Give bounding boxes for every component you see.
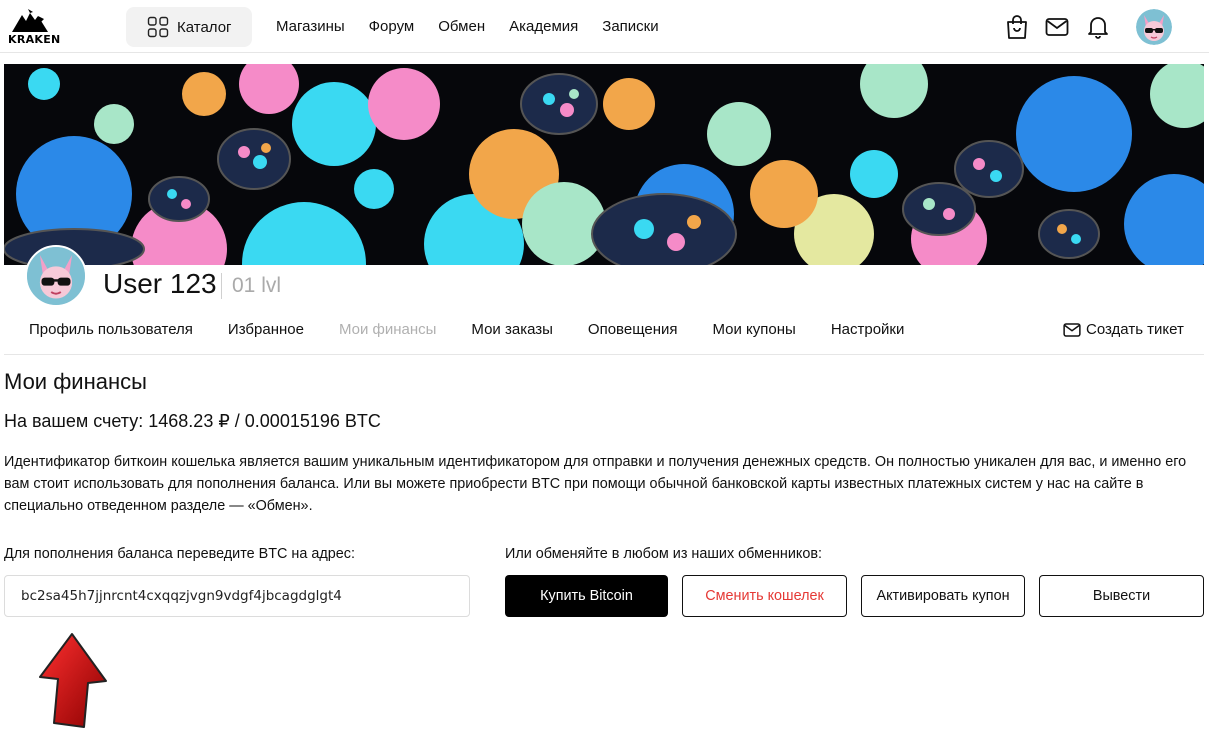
tab-my-finances[interactable]: Мои финансы (339, 321, 436, 338)
profile-level: 01 lvl (232, 274, 282, 297)
avatar-image (1136, 9, 1172, 45)
tab-my-coupons[interactable]: Мои купоны (713, 321, 796, 338)
catalog-button[interactable]: Каталог (126, 7, 252, 47)
grid-icon (147, 16, 169, 38)
user-avatar[interactable] (1136, 9, 1172, 45)
address-label: Для пополнения баланса переведите BTC на… (4, 546, 355, 562)
create-ticket-label: Создать тикет (1086, 321, 1184, 338)
wallet-description: Идентификатор биткоин кошелька является … (4, 454, 1187, 514)
nav-item-forum[interactable]: Форум (369, 18, 415, 35)
profile-banner (4, 64, 1204, 265)
change-wallet-button[interactable]: Сменить кошелек (682, 575, 847, 617)
mail-icon[interactable] (1045, 14, 1069, 40)
catalog-label: Каталог (177, 18, 232, 36)
banner-image (4, 64, 1204, 265)
exchange-label: Или обменяйте в любом из наших обменнико… (505, 546, 823, 562)
buy-bitcoin-button[interactable]: Купить Bitcoin (505, 575, 668, 617)
bell-icon[interactable] (1086, 14, 1110, 40)
nav-item-notes[interactable]: Записки (602, 18, 658, 35)
activate-coupon-button[interactable]: Активировать купон (861, 575, 1025, 617)
nav-item-academy[interactable]: Академия (509, 18, 578, 35)
arrow-up-icon (39, 633, 107, 728)
level-separator (221, 273, 222, 299)
tab-settings[interactable]: Настройки (831, 321, 905, 338)
balance-line: На вашем счету: 1468.23 ₽ / 0.00015196 B… (4, 411, 381, 432)
balance-label: На вашем счету: (4, 411, 144, 431)
logo-text: KRAKEN (8, 33, 61, 46)
nav-item-shops[interactable]: Магазины (276, 18, 345, 35)
kraken-logo-icon (12, 9, 48, 32)
tab-notifications[interactable]: Оповещения (588, 321, 678, 338)
mail-icon (1063, 322, 1081, 337)
balance-value: 1468.23 ₽ / 0.00015196 BTC (148, 411, 381, 431)
tab-favorites[interactable]: Избранное (228, 321, 304, 338)
withdraw-button[interactable]: Вывести (1039, 575, 1204, 617)
profile-username: User 123 (103, 268, 217, 299)
tab-profile[interactable]: Профиль пользователя (29, 321, 193, 338)
nav-item-exchange[interactable]: Обмен (438, 18, 485, 35)
profile-avatar[interactable] (25, 245, 87, 307)
profile-tabs: Профиль пользователя Избранное Мои финан… (29, 321, 939, 338)
shopping-bag-icon[interactable] (1005, 14, 1029, 40)
tabs-divider (4, 354, 1204, 355)
kraken-logo[interactable]: KRAKEN (8, 9, 62, 47)
page-title: Мои финансы (4, 369, 147, 394)
tab-my-orders[interactable]: Мои заказы (471, 321, 553, 338)
main-nav: Магазины Форум Обмен Академия Записки (276, 18, 683, 35)
top-navigation-bar: KRAKEN Каталог Магазины Форум Обмен Акад… (0, 0, 1209, 53)
btc-address-field[interactable]: bc2sa45h7jjnrcnt4cxqqzjvgn9vdgf4jbcagdgl… (4, 575, 470, 617)
profile-avatar-image (27, 247, 85, 305)
create-ticket-button[interactable]: Создать тикет (1063, 321, 1184, 338)
